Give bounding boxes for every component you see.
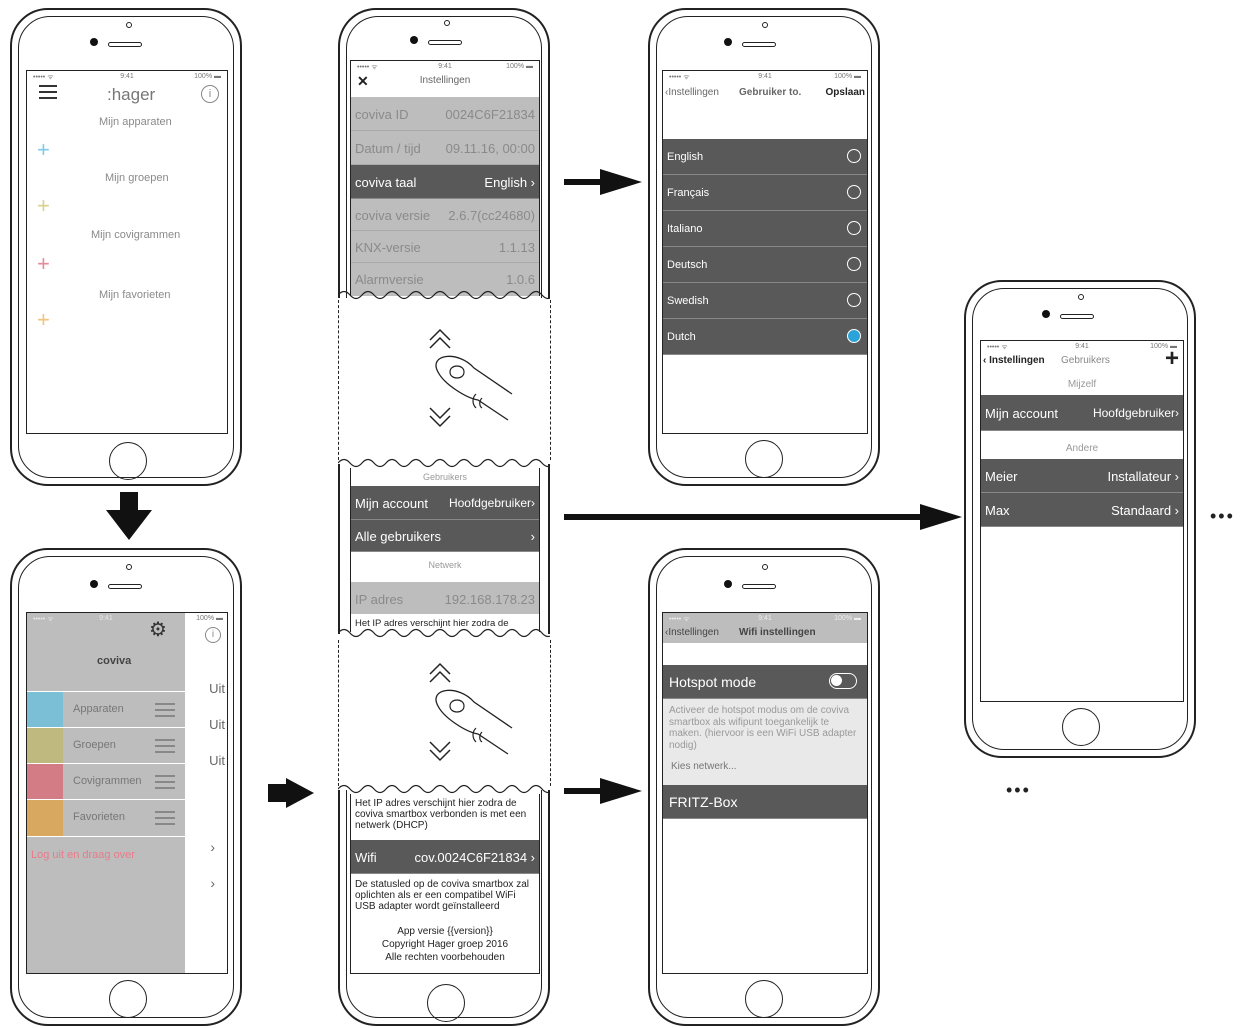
settings-screen-bottom: Het IP adres verschijnt hier zodra de co… [350, 794, 540, 974]
settings-title: Instellingen [419, 75, 471, 86]
hager-logo: :hager [107, 85, 156, 104]
menu-item-devices[interactable]: Apparaten [27, 691, 185, 728]
back-button[interactable]: ‹Instellingen [665, 87, 719, 98]
add-group-icon[interactable]: + [37, 193, 50, 219]
led-note: De statusled op de coviva smartbox zal o… [355, 879, 529, 912]
network-header: Netwerk [428, 560, 462, 570]
rights: Alle rechten voorbehouden [385, 952, 505, 963]
hotspot-description: Activeer de hotspot modus om de coviva s… [669, 705, 857, 751]
arrow-to-wifi [564, 788, 604, 794]
language-option-italian[interactable]: Italiano [663, 211, 867, 247]
row-ip-address: IP adres 192.168.178.23 [351, 582, 539, 614]
settings-screen-top: ••••• ᯤ 9:41 100% ▬ ✕ Instellingen coviva … [350, 60, 540, 296]
language-option-french[interactable]: Français [663, 175, 867, 211]
reorder-icon [155, 739, 175, 753]
gear-icon[interactable]: ⚙ [149, 617, 167, 642]
row-coviva-version: coviva versie 2.6.7(cc24680) [351, 199, 539, 231]
phone-language: ••••• ᯤ 9:41 100% ▬ ‹Instellingen Gebruike… [648, 8, 880, 486]
right-arrow [268, 784, 286, 802]
app-version: App versie {{version}} [397, 926, 493, 937]
add-device-icon[interactable]: + [37, 137, 50, 163]
arrow-to-users [564, 514, 926, 520]
down-arrow [120, 492, 138, 510]
menu-item-groups[interactable]: Groepen [27, 727, 185, 764]
right-arrow-head [286, 778, 314, 808]
wifi-screen: ••••• ᯤ 9:41 100% ▬ ‹Instellingen Wifi ins… [662, 612, 868, 974]
menu-title: coviva [97, 655, 132, 667]
reorder-icon [155, 811, 175, 825]
covigram-value: Uit [209, 753, 225, 768]
choose-network: Kies netwerk... [671, 761, 737, 772]
language-screen: ••••• ᯤ 9:41 100% ▬ ‹Instellingen Gebruike… [662, 70, 868, 434]
arrow-to-language [564, 179, 604, 185]
logout-link[interactable]: Log uit en draag over [31, 849, 135, 861]
section-devices: Mijn apparaten [99, 116, 172, 128]
save-button[interactable]: Opslaan [826, 87, 865, 98]
menu-item-favorites[interactable]: Favorieten [27, 799, 185, 837]
language-option-dutch[interactable]: Dutch [663, 319, 867, 355]
back-button[interactable]: ‹Instellingen [665, 627, 719, 638]
reorder-icon [155, 775, 175, 789]
ip-note-full: Het IP adres verschijnt hier zodra de co… [355, 798, 527, 831]
section-groups: Mijn groepen [105, 172, 169, 184]
info-icon[interactable]: i [205, 627, 221, 643]
users-title: Gebruikers [1061, 355, 1110, 366]
users-header: Gebruikers [422, 472, 467, 482]
back-button[interactable]: ‹ Instellingen [983, 355, 1045, 366]
row-hotspot-mode: Hotspot mode [663, 665, 867, 699]
ellipsis-right: ••• [1210, 506, 1235, 526]
menu-item-covigrams[interactable]: Covigrammen [27, 763, 185, 800]
row-my-account[interactable]: Mijn account Hoofdgebruiker› [981, 395, 1183, 431]
wifi-title: Wifi instellingen [739, 627, 816, 638]
row-network-fritzbox[interactable]: FRITZ-Box [663, 785, 867, 819]
users-screen: ••••• ᯤ 9:41 100% ▬ ‹ Instellingen Gebruik… [980, 340, 1184, 702]
add-user-button[interactable]: + [1165, 345, 1179, 373]
hotspot-toggle[interactable] [829, 673, 857, 689]
section-favorites: Mijn favorieten [99, 289, 171, 301]
copyright: Copyright Hager groep 2016 [381, 939, 509, 950]
hamburger-icon[interactable] [39, 85, 57, 99]
home-screen: ••••• ᯤ 9:41 100% ▬ :hager i Mijn apparate… [26, 70, 228, 434]
others-header: Andere [1065, 443, 1099, 454]
row-user-max[interactable]: Max Standaard › [981, 493, 1183, 527]
row-date-time: Datum / tijd 09.11.16, 00:00 [351, 131, 539, 165]
row-my-account[interactable]: Mijn account Hoofdgebruiker› [351, 486, 539, 520]
tear-edge [338, 628, 550, 638]
row-coviva-id: coviva ID 0024C6F21834 [351, 97, 539, 131]
phone-users: ••••• ᯤ 9:41 100% ▬ ‹ Instellingen Gebruik… [964, 280, 1196, 758]
row-coviva-language[interactable]: coviva taal English › [351, 165, 539, 199]
language-title: Gebruiker to. [739, 87, 802, 98]
menu-screen: ••••• ᯤ 9:41 100% ▬ ⚙ i coviva Apparaten … [26, 612, 228, 974]
language-option-german[interactable]: Deutsch [663, 247, 867, 283]
reorder-icon [155, 703, 175, 717]
phone-home: ••••• ᯤ 9:41 100% ▬ :hager i Mijn apparate… [10, 8, 242, 486]
phone-wifi: ••••• ᯤ 9:41 100% ▬ ‹Instellingen Wifi ins… [648, 548, 880, 1026]
language-option-swedish[interactable]: Swedish [663, 283, 867, 319]
row-all-users[interactable]: Alle gebruikers › [351, 520, 539, 552]
language-option-english[interactable]: English [663, 139, 867, 175]
phone-menu: ••••• ᯤ 9:41 100% ▬ ⚙ i coviva Apparaten … [10, 548, 242, 1026]
row-user-meier[interactable]: Meier Installateur › [981, 459, 1183, 493]
chevron-right-icon: › [210, 839, 215, 855]
device-value: Uit [209, 681, 225, 696]
chevron-right-icon: › [210, 875, 215, 891]
tear-edge [338, 290, 550, 300]
section-covigrams: Mijn covigrammen [91, 229, 181, 241]
self-header: Mijzelf [1067, 379, 1097, 390]
down-arrow-head [106, 510, 152, 540]
row-wifi[interactable]: Wifi cov.0024C6F21834 › [351, 840, 539, 874]
add-favorite-icon[interactable]: + [37, 307, 50, 333]
ellipsis-below: ••• [1006, 780, 1031, 800]
row-knx-version: KNX-versie 1.1.13 [351, 231, 539, 263]
swipe-hand-icon [429, 328, 513, 428]
info-icon[interactable]: i [201, 85, 219, 103]
swipe-hand-icon [429, 662, 513, 762]
group-value: Uit [209, 717, 225, 732]
add-covigram-icon[interactable]: + [37, 251, 50, 277]
settings-screen-middle: Gebruikers Mijn account Hoofdgebruiker› A… [350, 468, 540, 632]
